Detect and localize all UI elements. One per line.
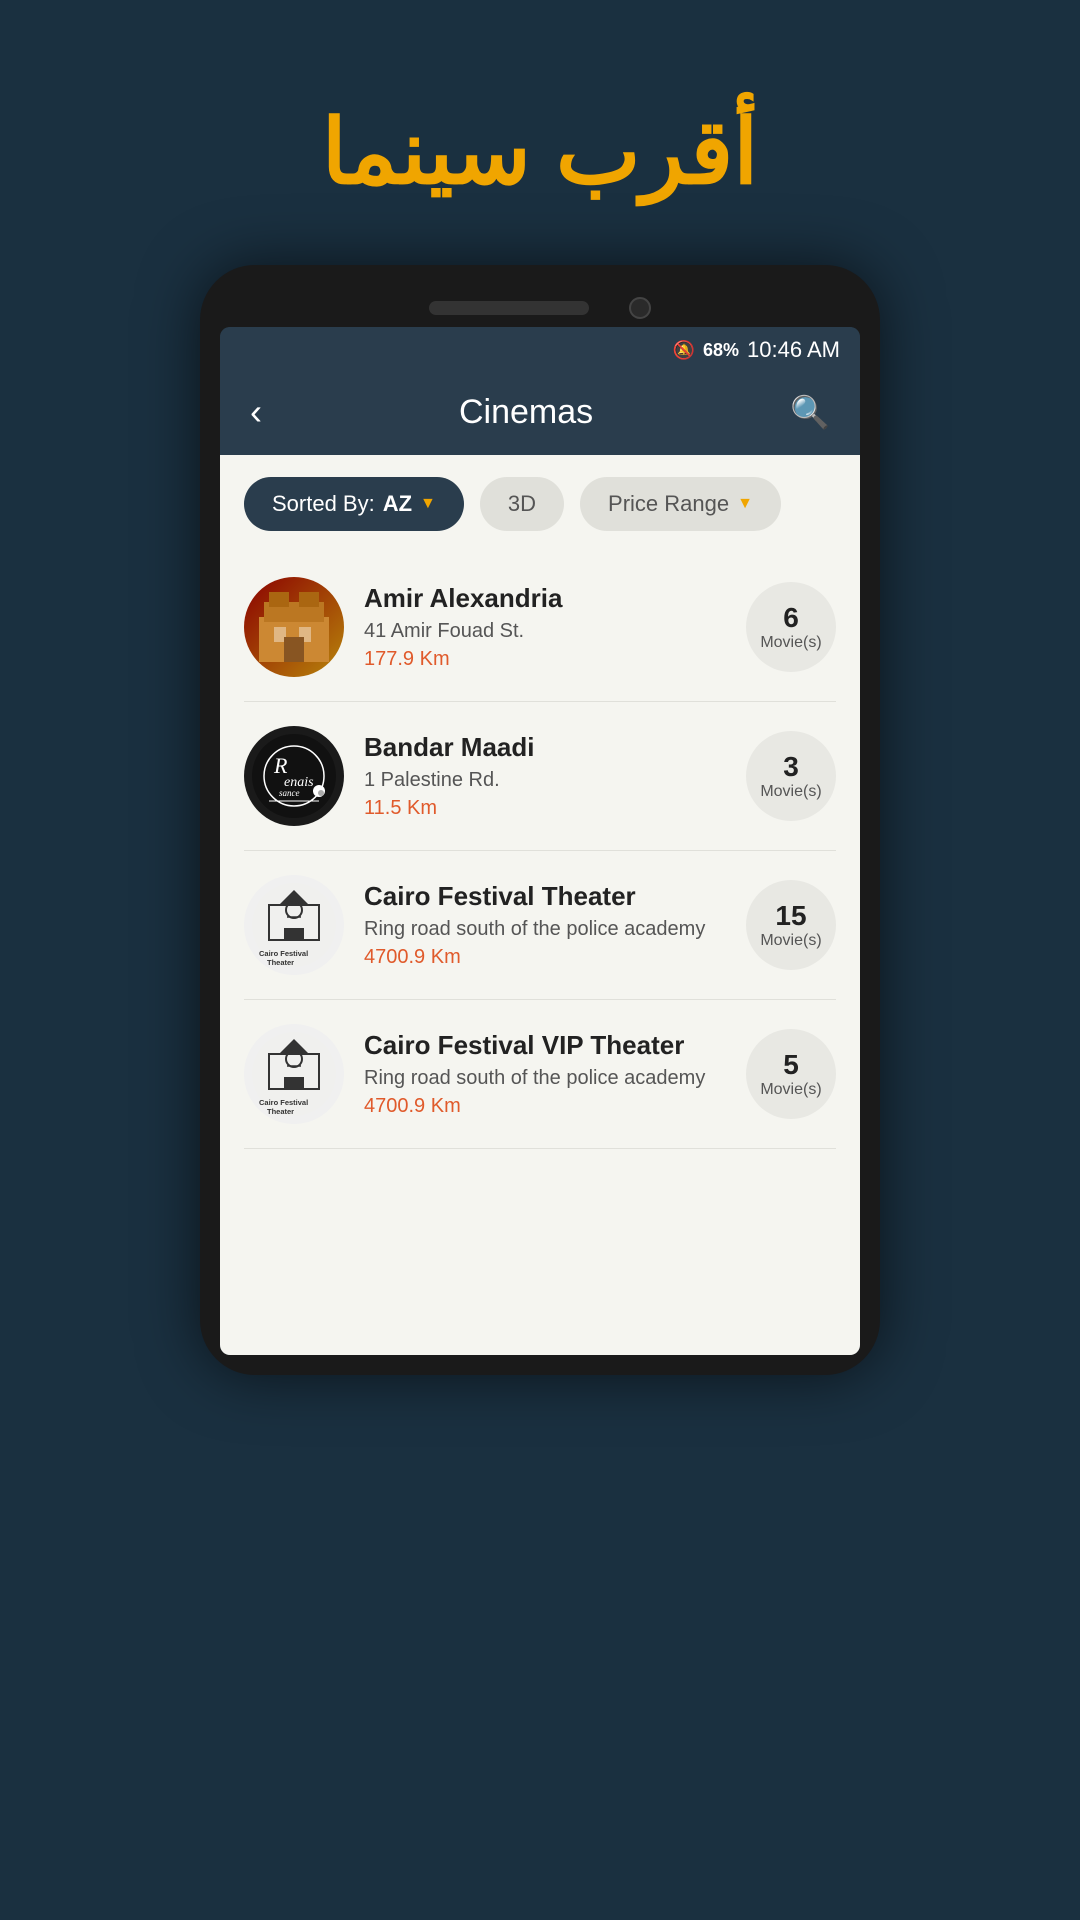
cinema-distance-cairo-festival: 4700.9 Km: [364, 946, 726, 969]
sort-az-filter[interactable]: Sorted By: AZ ▼: [244, 477, 464, 531]
movie-count-amir: 6 Movie(s): [746, 582, 836, 672]
cinema-logo-bandar: R enais sance: [244, 726, 344, 826]
cinema-name-bandar: Bandar Maadi: [364, 732, 726, 763]
status-icons: 🔕 68% 10:46 AM: [673, 337, 840, 363]
sort-arrow-icon: ▼: [420, 495, 436, 513]
phone-speaker: [429, 301, 589, 315]
phone-device: 🔕 68% 10:46 AM ‹ Cinemas 🔍 Sorted By: AZ…: [200, 265, 880, 1375]
movie-count-cairo-festival: 15 Movie(s): [746, 880, 836, 970]
battery-indicator: 68%: [703, 340, 739, 361]
cinema-address-bandar: 1 Palestine Rd.: [364, 769, 726, 792]
cinema-address-amir: 41 Amir Fouad St.: [364, 620, 726, 643]
content-area: Sorted By: AZ ▼ 3D Price Range ▼: [220, 455, 860, 1355]
3d-filter[interactable]: 3D: [480, 477, 564, 531]
filter-bar: Sorted By: AZ ▼ 3D Price Range ▼: [220, 455, 860, 553]
count-label-bandar: Movie(s): [760, 783, 821, 801]
cinema-address-cairo-vip: Ring road south of the police academy: [364, 1067, 726, 1090]
cinema-info-cairo-vip: Cairo Festival VIP Theater Ring road sou…: [364, 1030, 726, 1118]
signal-icon: 🔕: [673, 340, 695, 361]
cinema-item-amir[interactable]: Amir Alexandria 41 Amir Fouad St. 177.9 …: [244, 553, 836, 702]
cinema-name-cairo-vip: Cairo Festival VIP Theater: [364, 1030, 726, 1061]
cinema-distance-amir: 177.9 Km: [364, 648, 726, 671]
cinema-info-bandar: Bandar Maadi 1 Palestine Rd. 11.5 Km: [364, 732, 726, 820]
price-range-label: Price Range: [608, 491, 729, 517]
search-button[interactable]: 🔍: [790, 393, 830, 431]
cft-vip-logo-svg: Cairo Festival Theater: [249, 1029, 339, 1119]
svg-text:Theater: Theater: [267, 958, 294, 967]
cinema-logo-cairo-vip: Cairo Festival Theater: [244, 1024, 344, 1124]
cinema-item-cairo-vip[interactable]: Cairo Festival Theater Cairo Festival VI…: [244, 1000, 836, 1149]
app-header: ‹ Cinemas 🔍: [220, 373, 860, 455]
count-num-amir: 6: [783, 602, 799, 634]
svg-text:Cairo Festival: Cairo Festival: [259, 949, 308, 958]
sort-value: AZ: [383, 491, 412, 517]
cinema-distance-cairo-vip: 4700.9 Km: [364, 1095, 726, 1118]
cinema-name-cairo-festival: Cairo Festival Theater: [364, 881, 726, 912]
cinema-name-amir: Amir Alexandria: [364, 583, 726, 614]
cinema-logo-amir: [244, 577, 344, 677]
cft-logo-svg: Cairo Festival Theater: [249, 880, 339, 970]
movie-count-bandar: 3 Movie(s): [746, 731, 836, 821]
movie-count-cairo-vip: 5 Movie(s): [746, 1029, 836, 1119]
phone-camera: [629, 297, 651, 319]
svg-text:sance: sance: [279, 788, 300, 798]
cinema-item-bandar[interactable]: R enais sance Bandar Maadi 1 Palestine R…: [244, 702, 836, 851]
price-range-filter[interactable]: Price Range ▼: [580, 477, 781, 531]
cinema-logo-cairo-festival: Cairo Festival Theater: [244, 875, 344, 975]
count-num-cairo-festival: 15: [775, 900, 806, 932]
cinema-item-cairo-festival[interactable]: Cairo Festival Theater Cairo Festival Th…: [244, 851, 836, 1000]
count-num-bandar: 3: [783, 751, 799, 783]
count-label-cairo-vip: Movie(s): [760, 1081, 821, 1099]
header-title: Cinemas: [459, 393, 593, 432]
back-button[interactable]: ‹: [250, 391, 262, 433]
cinema-list: Amir Alexandria 41 Amir Fouad St. 177.9 …: [220, 553, 860, 1149]
3d-label: 3D: [508, 491, 536, 517]
amir-logo-svg: [254, 587, 334, 667]
phone-screen: 🔕 68% 10:46 AM ‹ Cinemas 🔍 Sorted By: AZ…: [220, 327, 860, 1355]
cinema-distance-bandar: 11.5 Km: [364, 797, 726, 820]
cinema-info-cairo-festival: Cairo Festival Theater Ring road south o…: [364, 881, 726, 969]
renaissance-logo-svg: R enais sance: [249, 731, 339, 821]
cinema-info-amir: Amir Alexandria 41 Amir Fouad St. 177.9 …: [364, 583, 726, 671]
price-arrow-icon: ▼: [737, 495, 753, 513]
svg-text:Theater: Theater: [267, 1107, 294, 1116]
count-label-amir: Movie(s): [760, 634, 821, 652]
count-num-cairo-vip: 5: [783, 1049, 799, 1081]
count-label-cairo-festival: Movie(s): [760, 932, 821, 950]
page-title: أقرب سينما: [322, 100, 759, 205]
status-bar: 🔕 68% 10:46 AM: [220, 327, 860, 373]
phone-top-bar: [220, 285, 860, 327]
svg-text:Cairo Festival: Cairo Festival: [259, 1098, 308, 1107]
cinema-address-cairo-festival: Ring road south of the police academy: [364, 918, 726, 941]
sorted-by-label: Sorted By:: [272, 491, 375, 517]
status-time: 10:46 AM: [747, 337, 840, 363]
